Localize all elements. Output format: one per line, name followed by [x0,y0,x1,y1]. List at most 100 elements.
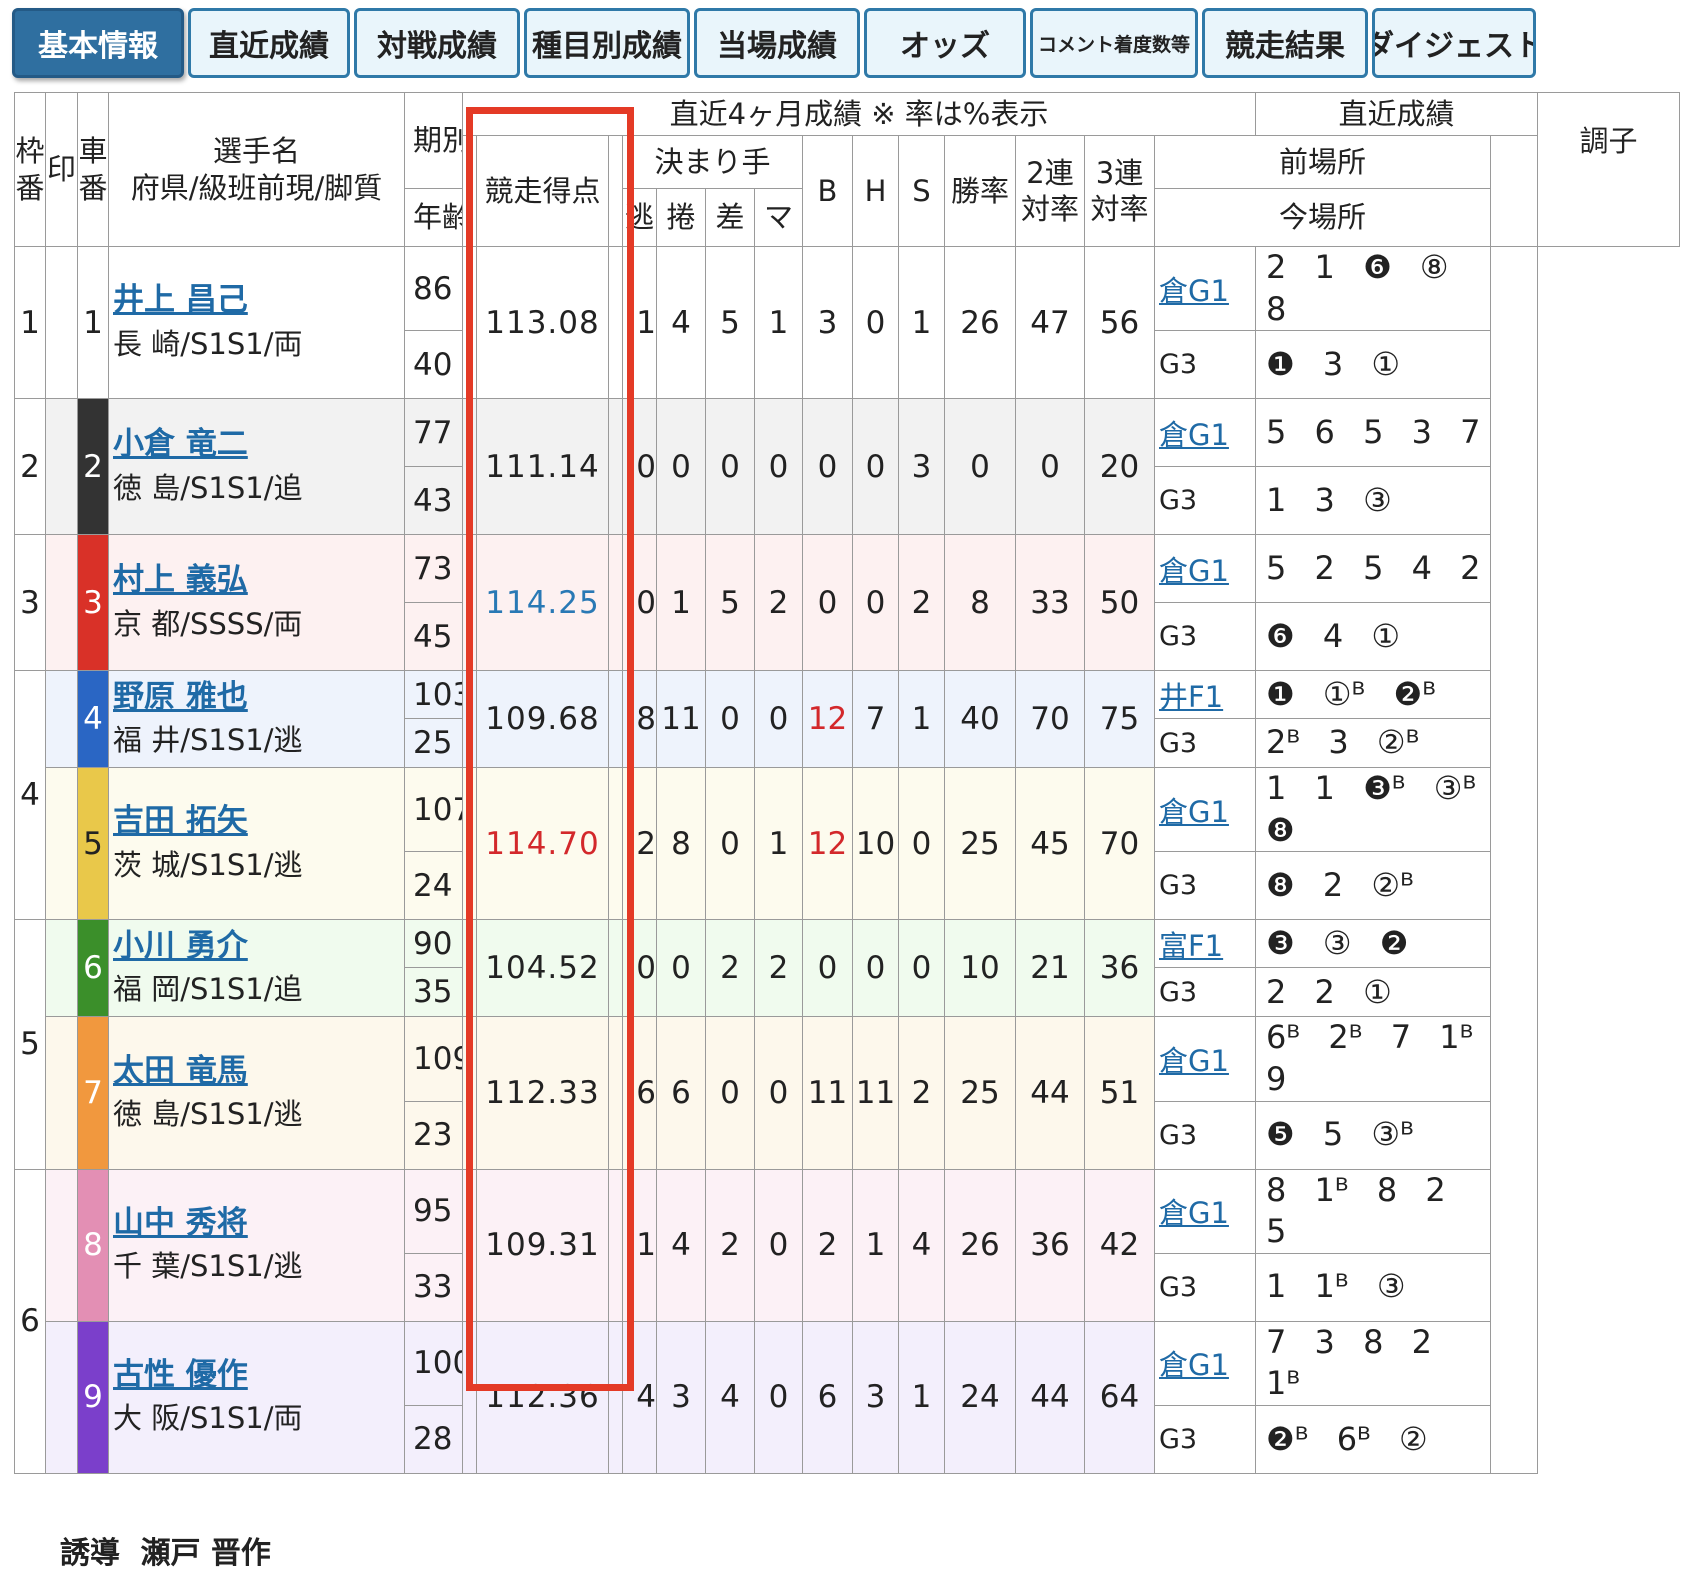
cell-period: 95 [404,1168,463,1254]
cell-mark[interactable] [45,919,78,1018]
cell-win-rate: 40 [944,670,1016,769]
cell-period: 109 [404,1016,463,1102]
cell-nige: 0 [622,398,657,536]
cell-period: 90 [404,919,463,969]
cell-ren3: 56 [1084,245,1155,400]
cell-ren2: 21 [1015,919,1085,1018]
cell-ren2: 45 [1015,767,1085,921]
cell-racer: 村上 義弘 京 都/SSSS/両 [108,534,405,672]
tab-by-event[interactable]: 種目別成績 [524,8,690,78]
cell-sha: 3 [77,534,109,672]
cell-prev-venue[interactable]: 倉G1 [1154,1016,1256,1102]
cell-mark[interactable] [45,1016,78,1170]
racer-row: 7 太田 竜馬 徳 島/S1S1/逃109112.336600111122544… [14,1016,1680,1170]
cell-gap-b [608,245,623,400]
cell-score: 113.08 [476,245,609,400]
cell-this-result: 2 2 ① [1255,967,1491,1018]
racer-name-link[interactable]: 野原 雅也 [113,679,248,715]
racer-name-link[interactable]: 村上 義弘 [113,562,248,598]
cell-ma: 2 [754,919,803,1018]
cell-score: 114.25 [476,534,609,672]
racer-name-link[interactable]: 太田 竜馬 [113,1053,248,1089]
cell-mark[interactable] [45,534,78,672]
cell-b: 6 [802,1320,853,1474]
cell-prev-venue[interactable]: 倉G1 [1154,1168,1256,1254]
cell-prev-venue[interactable]: 倉G1 [1154,398,1256,468]
racer-pref: 徳 島/S1S1/逃 [113,1096,303,1131]
cell-mark[interactable] [45,767,78,921]
cell-mark[interactable] [45,1320,78,1474]
cell-s: 3 [898,398,945,536]
cell-prev-venue[interactable]: 倉G1 [1154,245,1256,332]
header-ren3: 3連対率 [1084,135,1155,247]
cell-prev-result: 6ᴮ 2ᴮ 7 1ᴮ 9 [1255,1016,1491,1102]
cell-this-venue: G3 [1154,967,1256,1018]
cell-nige: 6 [622,1016,657,1170]
cell-prev-result: ❶ ①ᴮ ❷ᴮ [1255,670,1491,720]
racer-name-link[interactable]: 山中 秀将 [113,1205,248,1241]
cell-prev-venue[interactable]: 倉G1 [1154,534,1256,604]
tab-recent-results[interactable]: 直近成績 [188,8,350,78]
cell-mark[interactable] [45,245,78,400]
racer-rows: 11 井上 昌己 長 崎/S1S1/両 86 113.08 1 4 5 1 3 0 1 26 47 56… [14,245,1680,1474]
header-k-ma: マ [754,188,803,247]
tab-digest[interactable]: ダイジェスト [1372,8,1536,78]
cell-prev-result: 7 3 8 2 1ᴮ [1255,1320,1491,1406]
tab-odds[interactable]: オッズ [864,8,1026,78]
header-racer-name-bottom: 府県/級班前現/脚質 [130,170,383,205]
tab-race-result[interactable]: 競走結果 [1202,8,1368,78]
cell-age: 28 [404,1404,463,1474]
cell-h: 0 [852,398,899,536]
cell-gap-b [608,1168,623,1322]
cell-sashi: 5 [705,534,755,672]
racer-row: 56 小川 勇介 福 岡/S1S1/追 90 104.52 0 0 2 2 0 0 0 10 21 36… [14,919,1680,1170]
cell-mark[interactable] [45,670,78,769]
racer-name-link[interactable]: 古性 優作 [113,1357,248,1393]
cell-win-rate: 10 [944,919,1016,1018]
tab-head-to-head[interactable]: 対戦成績 [354,8,520,78]
cell-mark[interactable] [45,1168,78,1322]
tab-comments[interactable]: コメント着度数等 [1030,8,1198,78]
cell-this-result: ❶ 3 ① [1255,330,1491,400]
cell-age: 23 [404,1100,463,1170]
cell-prev-venue[interactable]: 井F1 [1154,670,1256,720]
cell-sha: 9 [77,1320,109,1474]
cell-nige: 2 [622,767,657,921]
cell-makuri: 6 [656,1016,706,1170]
cell-this-venue: G3 [1154,602,1256,672]
cell-prev-venue[interactable]: 倉G1 [1154,767,1256,853]
cell-b: 11 [802,1016,853,1170]
cell-prev-result: 5 2 5 4 2 [1255,534,1491,604]
racer-name-link[interactable]: 井上 昌己 [113,282,248,318]
cell-h: 7 [852,670,899,769]
cell-nige: 4 [622,1320,657,1474]
cell-sha: 8 [77,1168,109,1322]
tab-basic-info[interactable]: 基本情報 [12,8,184,78]
cell-this-result: 1 3 ③ [1255,466,1491,536]
cell-nige: 1 [622,245,657,400]
cell-b: 0 [802,919,853,1018]
header-win-rate: 勝率 [944,135,1016,247]
tab-this-venue[interactable]: 当場成績 [694,8,860,78]
racer-name-link[interactable]: 小川 勇介 [113,928,248,964]
racer-name-link[interactable]: 小倉 竜二 [113,426,248,462]
cell-h: 3 [852,1320,899,1474]
cell-this-venue: G3 [1154,1252,1256,1322]
cell-h: 0 [852,534,899,672]
cell-mark[interactable] [45,398,78,536]
cell-condition [1489,246,1539,1474]
header-prev-venue: 前場所 [1154,135,1491,189]
cell-sha: 5 [77,767,109,921]
cell-prev-venue[interactable]: 倉G1 [1154,1320,1256,1406]
racer-name-link[interactable]: 吉田 拓矢 [113,803,248,839]
cell-s: 4 [898,1168,945,1322]
cell-ren3: 42 [1084,1168,1155,1322]
cell-sashi: 0 [705,767,755,921]
cell-prev-venue[interactable]: 富F1 [1154,919,1256,969]
cell-gap-a [462,767,477,921]
cell-this-venue: G3 [1154,851,1256,921]
racer-row: 11 井上 昌己 長 崎/S1S1/両 86 113.08 1 4 5 1 3 0 1 26 47 56… [14,245,1680,1474]
cell-win-rate: 8 [944,534,1016,672]
cell-sha: 2 [77,398,109,536]
cell-gap-b [608,534,623,672]
